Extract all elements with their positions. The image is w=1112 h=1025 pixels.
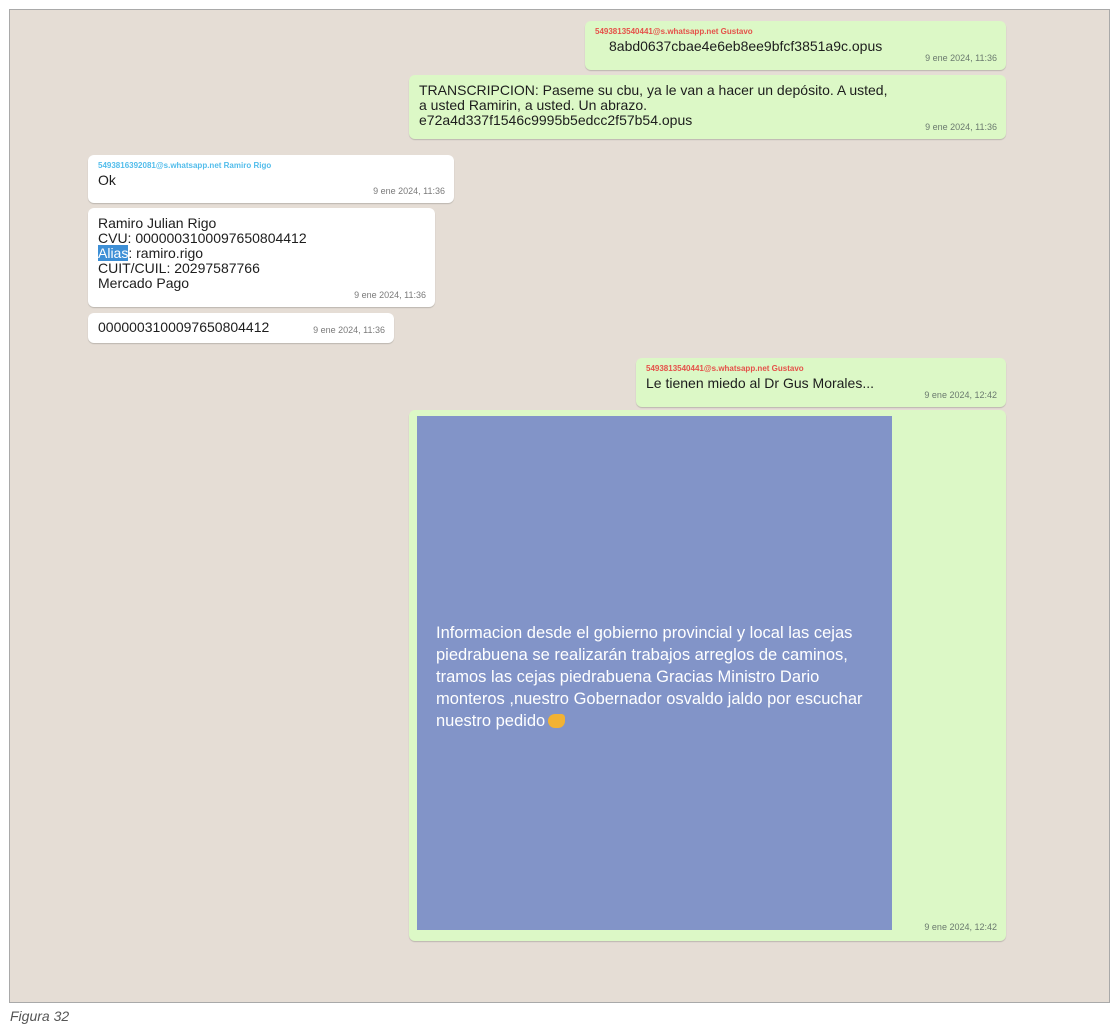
message-timestamp: 9 ene 2024, 11:36 [354,290,426,300]
message-timestamp: 9 ene 2024, 11:36 [925,53,997,63]
chat-area[interactable]: 5493813540441@s.whatsapp.net Gustavo 8ab… [9,9,1110,1003]
alias-value: : ramiro.rigo [128,245,204,261]
message-timestamp: 9 ene 2024, 12:42 [924,922,997,932]
message-text: 8abd0637cbae4e6eb8ee9bfcf3851a9c.opus [609,38,883,54]
selected-text[interactable]: Alias [98,245,129,261]
message-text: Le tienen miedo al Dr Gus Morales... [646,375,874,391]
message-timestamp: 9 ene 2024, 12:42 [924,390,997,400]
message-bubble[interactable]: 5493813540441@s.whatsapp.net Gustavo Le … [636,358,1006,407]
message-text: TRANSCRIPCION: Paseme su cbu, ya le van … [419,82,888,128]
figure-caption: Figura 32 [10,1008,70,1024]
sender-label: 5493816392081@s.whatsapp.net Ramiro Rigo [98,161,272,170]
message-bubble[interactable]: 5493813540441@s.whatsapp.net Gustavo 8ab… [585,21,1006,70]
message-line: Ramiro Julian Rigo [98,215,217,231]
message-timestamp: 9 ene 2024, 11:36 [373,186,445,196]
image-attachment[interactable]: Informacion desde el gobierno provincial… [417,416,892,930]
sender-label: 5493813540441@s.whatsapp.net Gustavo [646,364,804,373]
message-timestamp: 9 ene 2024, 11:36 [313,325,385,335]
message-line: CUIT/CUIL: 20297587766 [98,260,260,276]
message-line: Mercado Pago [98,275,190,291]
alias-line: Alias: ramiro.rigo [98,245,425,261]
message-bubble[interactable]: 0000003100097650804412 9 ene 2024, 11:36 [88,313,394,343]
image-text: Informacion desde el gobierno provincial… [436,622,881,732]
image-message-bubble[interactable]: Informacion desde el gobierno provincial… [409,410,1006,941]
message-bubble[interactable]: Ramiro Julian Rigo CVU: 0000003100097650… [88,208,435,307]
message-bubble[interactable]: TRANSCRIPCION: Paseme su cbu, ya le van … [409,75,1006,139]
sender-label: 5493813540441@s.whatsapp.net Gustavo [595,27,753,36]
message-timestamp: 9 ene 2024, 11:36 [925,122,997,132]
image-caption-text: Informacion desde el gobierno provincial… [436,624,863,730]
flexed-biceps-emoji [548,714,566,728]
message-line: CVU: 0000003100097650804412 [98,230,307,246]
message-bubble[interactable]: 5493816392081@s.whatsapp.net Ramiro Rigo… [88,155,454,203]
